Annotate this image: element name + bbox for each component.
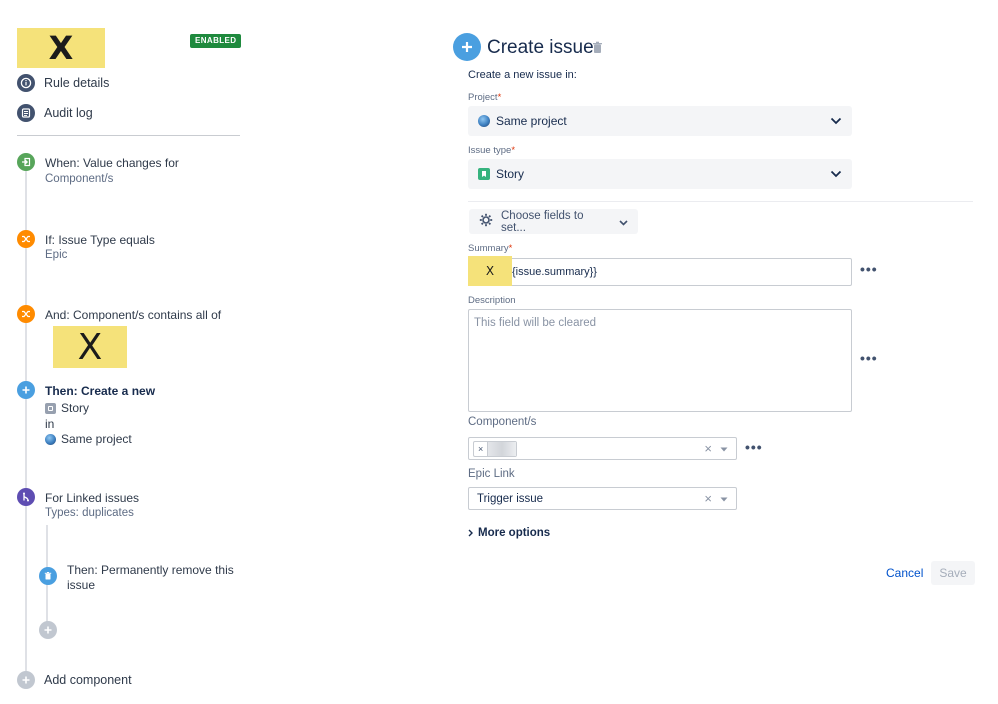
issue-type-select-value: Story: [496, 167, 525, 181]
chevron-down-icon: [619, 215, 628, 229]
branch-icon: [17, 488, 35, 506]
add-component-label: Add component: [44, 673, 132, 687]
components-multiselect[interactable]: × ×: [468, 437, 737, 460]
nav-rule-details[interactable]: Rule details: [17, 74, 109, 92]
component-tag-redacted: [488, 441, 517, 456]
chevron-down-icon: [720, 493, 728, 505]
story-icon: [478, 168, 490, 180]
branch-action-title: Then: Permanently remove this issue: [67, 563, 234, 592]
action-project: Same project: [45, 432, 132, 446]
shuffle-icon: [17, 305, 35, 323]
sidebar-divider: [17, 135, 240, 136]
delete-action-icon[interactable]: [592, 41, 603, 57]
summary-more-icon[interactable]: •••: [860, 262, 878, 276]
nav-rule-details-label: Rule details: [44, 76, 110, 90]
epic-link-label: Epic Link: [468, 468, 515, 480]
chevron-right-icon: [468, 526, 473, 540]
condition-value-redacted: X: [53, 326, 127, 368]
clear-icon[interactable]: ×: [704, 441, 712, 456]
shuffle-icon: [17, 230, 35, 248]
create-issue-icon: [453, 33, 481, 61]
form-divider: [468, 201, 973, 202]
save-button[interactable]: Save: [931, 561, 975, 585]
chevron-down-icon: [720, 443, 728, 455]
description-placeholder: This field will be cleared: [474, 317, 597, 329]
story-icon: [45, 402, 56, 414]
action-issue-type: Story: [45, 401, 89, 415]
condition-title: If: Issue Type equals: [45, 233, 155, 247]
components-label: Component/s: [468, 416, 537, 428]
rule-name-redacted: X: [17, 28, 105, 68]
clear-icon[interactable]: ×: [704, 491, 712, 506]
add-branch-step-icon[interactable]: [39, 621, 57, 639]
chevron-down-icon: [830, 167, 842, 181]
trigger-title: When: Value changes for: [45, 156, 179, 170]
branch-title: For Linked issues: [45, 491, 140, 505]
gear-icon: [479, 213, 493, 230]
nav-audit-log-label: Audit log: [44, 106, 93, 120]
action-project-label: Same project: [61, 432, 132, 446]
epic-link-value: Trigger issue: [477, 492, 544, 505]
trigger-icon: [17, 153, 35, 171]
add-component-button[interactable]: Add component: [17, 671, 132, 689]
plus-icon: [17, 381, 35, 399]
page-title: Create issue: [487, 37, 594, 58]
plus-icon: [17, 671, 35, 689]
list-icon: [17, 104, 35, 122]
more-options-label: More options: [478, 527, 551, 539]
branch-subtitle: Types: duplicates: [45, 507, 134, 519]
choose-fields-button[interactable]: Choose fields to set...: [469, 209, 638, 234]
summary-input[interactable]: X {issue.summary}}: [468, 256, 852, 286]
epic-link-select[interactable]: Trigger issue ×: [468, 487, 737, 510]
project-label: Project*: [468, 92, 502, 103]
issue-type-label: Issue type*: [468, 145, 516, 156]
chevron-down-icon: [830, 114, 842, 128]
condition-title: And: Component/s contains all of: [45, 308, 222, 322]
issue-type-select[interactable]: Story: [468, 159, 852, 189]
info-icon: [17, 74, 35, 92]
action-title: Then: Create a new: [45, 384, 156, 398]
cancel-button[interactable]: Cancel: [886, 566, 923, 580]
project-icon: [478, 115, 490, 127]
nav-audit-log[interactable]: Audit log: [17, 104, 93, 122]
action-issue-type-label: Story: [61, 401, 90, 415]
project-select[interactable]: Same project: [468, 106, 852, 136]
trash-icon: [39, 567, 57, 585]
action-in-label: in: [45, 417, 55, 431]
trigger-subtitle: Component/s: [45, 173, 114, 185]
components-more-icon[interactable]: •••: [745, 440, 763, 454]
component-tag[interactable]: ×: [473, 440, 518, 457]
more-options-toggle[interactable]: More options: [468, 526, 550, 540]
project-select-value: Same project: [496, 114, 567, 128]
status-badge: ENABLED: [190, 34, 242, 48]
summary-label: Summary*: [468, 243, 513, 254]
summary-value: {issue.summary}}: [512, 266, 597, 278]
choose-fields-label: Choose fields to set...: [501, 209, 584, 234]
form-subtitle: Create a new issue in:: [468, 69, 577, 81]
summary-prefix-redacted: X: [468, 256, 512, 286]
project-icon: [45, 433, 56, 445]
description-more-icon[interactable]: •••: [860, 351, 878, 365]
condition-value: Epic: [45, 249, 68, 261]
remove-tag-icon[interactable]: ×: [474, 441, 489, 456]
description-label: Description: [468, 295, 516, 306]
description-textarea[interactable]: This field will be cleared: [468, 309, 852, 412]
